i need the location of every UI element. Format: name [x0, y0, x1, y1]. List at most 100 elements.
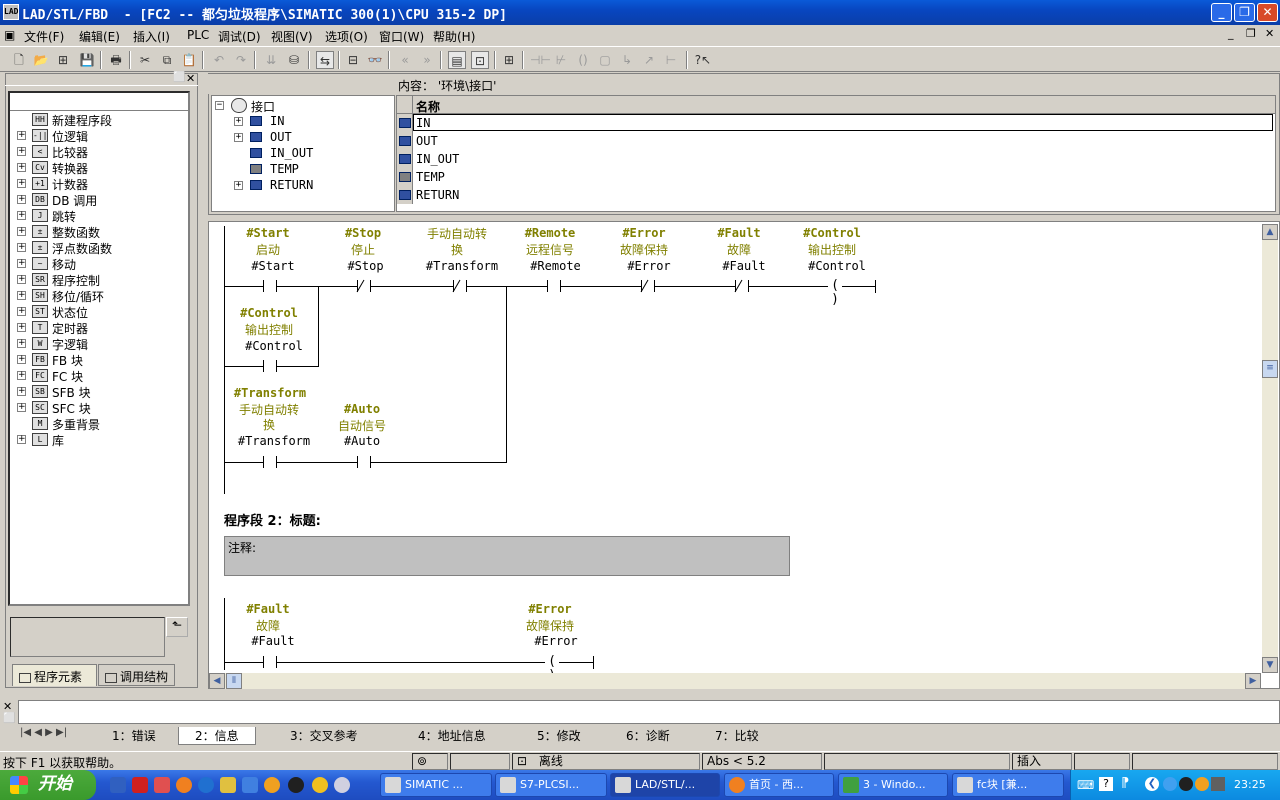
first-tab-icon[interactable]: |◀	[20, 727, 31, 738]
collapse-icon[interactable]: −	[215, 101, 224, 110]
expand-icon[interactable]: +	[17, 339, 26, 348]
interface-row-out[interactable]: OUT	[397, 132, 1275, 150]
tree-item[interactable]: + J 跳转	[10, 208, 188, 224]
photoshop-icon[interactable]	[110, 777, 126, 793]
menu-file[interactable]: 文件(F)	[24, 28, 64, 45]
last-tab-icon[interactable]: ▶|	[56, 727, 67, 738]
tab-address-info[interactable]: 4：地址信息	[418, 727, 486, 745]
panel-restore-icon[interactable]: ⬜	[173, 72, 185, 83]
accessible-nodes-icon[interactable]: ⊞	[54, 51, 72, 69]
qq-icon[interactable]	[288, 777, 304, 793]
tab-compare[interactable]: 7：比较	[715, 727, 759, 745]
menu-debug[interactable]: 调试(D)	[218, 28, 261, 45]
panel-close-icon[interactable]: ✕	[186, 72, 195, 85]
prev-tab-icon[interactable]: ◀	[34, 727, 42, 738]
next-network-icon[interactable]: »	[418, 51, 436, 69]
tray-expand-icon[interactable]: ❮	[1145, 777, 1159, 791]
prev-network-icon[interactable]: «	[396, 51, 414, 69]
details-view-icon[interactable]: ⊡	[471, 51, 489, 69]
interface-row-inout[interactable]: IN_OUT	[397, 150, 1275, 168]
tree-item[interactable]: + < 比较器	[10, 144, 188, 160]
details-tab-nav[interactable]: |◀ ◀ ▶ ▶|	[20, 727, 95, 743]
redo-icon[interactable]: ↷	[232, 51, 250, 69]
expand-icon[interactable]: +	[17, 243, 26, 252]
maximize-button[interactable]: ❐	[1234, 3, 1255, 22]
tree-item[interactable]: + SC SFC 块	[10, 400, 188, 416]
network-tray-icon[interactable]	[1163, 777, 1177, 791]
scroll-down-icon[interactable]: ▼	[1262, 657, 1278, 673]
clock[interactable]: 23:25	[1234, 778, 1266, 791]
tree-item[interactable]: + SR 程序控制	[10, 272, 188, 288]
tree-item[interactable]: + Cv 转换器	[10, 160, 188, 176]
open-branch-icon[interactable]: ↳	[618, 51, 636, 69]
new-icon[interactable]: 🗋	[10, 51, 28, 69]
tree-item[interactable]: + ~ 移动	[10, 256, 188, 272]
mdi-close-icon[interactable]: ✕	[1265, 27, 1274, 40]
overview-icon[interactable]: ⊟	[344, 51, 362, 69]
tree-item[interactable]: + FB FB 块	[10, 352, 188, 368]
tab-errors[interactable]: 1：错误	[112, 727, 156, 745]
task-fc-block[interactable]: fc块 [兼...	[952, 773, 1064, 797]
menu-insert[interactable]: 插入(I)	[133, 28, 170, 45]
expand-icon[interactable]: +	[17, 131, 26, 140]
tree-item[interactable]: + SH 移位/循环	[10, 288, 188, 304]
app-icon-3[interactable]	[312, 777, 328, 793]
doc-menu-icon[interactable]: ▣	[4, 28, 15, 42]
display-tray-icon[interactable]	[1211, 777, 1225, 791]
editor-vertical-scrollbar[interactable]: ▲ ≡ ▼	[1262, 224, 1278, 673]
network-2-title[interactable]: 程序段 2：标题:	[224, 510, 321, 529]
tab-modify[interactable]: 5：修改	[537, 727, 581, 745]
tree-item[interactable]: + -|| 位逻辑	[10, 128, 188, 144]
app-icon-4[interactable]	[334, 777, 350, 793]
expand-icon[interactable]: +	[17, 291, 26, 300]
start-button[interactable]: 开始	[0, 770, 96, 800]
expand-icon[interactable]: +	[17, 259, 26, 268]
tree-item[interactable]: + L 库	[10, 432, 188, 448]
paste-icon[interactable]: 📋	[180, 51, 198, 69]
insert-element-icon[interactable]: ⬑	[166, 617, 188, 637]
tree-item[interactable]: + DB DB 调用	[10, 192, 188, 208]
mdi-restore-icon[interactable]: ❐	[1246, 27, 1256, 40]
monitor-icon[interactable]: 👓	[366, 51, 384, 69]
online-offline-icon[interactable]: ⇆	[316, 51, 334, 69]
no-contact-icon[interactable]: ⊣⊢	[530, 51, 551, 69]
print-icon[interactable]: 🖶	[107, 51, 125, 69]
scroll-thumb[interactable]: ≡	[1262, 360, 1278, 378]
expand-icon[interactable]: +	[17, 179, 26, 188]
tree-item[interactable]: + ST 状态位	[10, 304, 188, 320]
details-close-icon[interactable]: ✕	[3, 700, 12, 713]
column-name-header[interactable]: 名称	[416, 98, 440, 115]
interface-row-temp[interactable]: TEMP	[397, 168, 1275, 186]
network-2-comment[interactable]: 注释:	[224, 536, 790, 576]
nc-contact-icon[interactable]: ⊬	[552, 51, 570, 69]
close-branch-icon[interactable]: ↗	[640, 51, 658, 69]
task-windows[interactable]: 3 - Windo...	[838, 773, 948, 797]
tree-item[interactable]: + ± 浮点数函数	[10, 240, 188, 256]
tree-item[interactable]: + +1 计数器	[10, 176, 188, 192]
help-tray-icon[interactable]: ?	[1099, 777, 1113, 791]
tree-item[interactable]: + T 定时器	[10, 320, 188, 336]
cut-icon[interactable]: ✂	[136, 51, 154, 69]
expand-icon[interactable]: +	[234, 181, 243, 190]
tree-item[interactable]: + ± 整数函数	[10, 224, 188, 240]
expand-icon[interactable]: +	[17, 435, 26, 444]
expand-icon[interactable]: +	[17, 307, 26, 316]
undo-icon[interactable]: ↶	[210, 51, 228, 69]
editor-horizontal-scrollbar[interactable]: ◀ ⦀ ▶	[209, 673, 1261, 689]
expand-icon[interactable]: +	[17, 195, 26, 204]
menu-view[interactable]: 视图(V)	[271, 28, 313, 45]
save-icon[interactable]: 💾	[78, 51, 96, 69]
expand-icon[interactable]: +	[234, 117, 243, 126]
expand-icon[interactable]: +	[17, 403, 26, 412]
task-ladstlfbd[interactable]: LAD/STL/...	[610, 773, 720, 797]
tab-call-structure[interactable]: 调用结构	[98, 664, 175, 686]
task-firefox[interactable]: 首页 - 西...	[724, 773, 834, 797]
expand-icon[interactable]: +	[17, 355, 26, 364]
menu-edit[interactable]: 编辑(E)	[79, 28, 120, 45]
expand-icon[interactable]: +	[17, 371, 26, 380]
menu-help[interactable]: 帮助(H)	[433, 28, 475, 45]
tab-diagnostics[interactable]: 6：诊断	[626, 727, 670, 745]
tree-item[interactable]: + FC FC 块	[10, 368, 188, 384]
expand-icon[interactable]: +	[17, 163, 26, 172]
pdf-icon[interactable]	[132, 777, 148, 793]
